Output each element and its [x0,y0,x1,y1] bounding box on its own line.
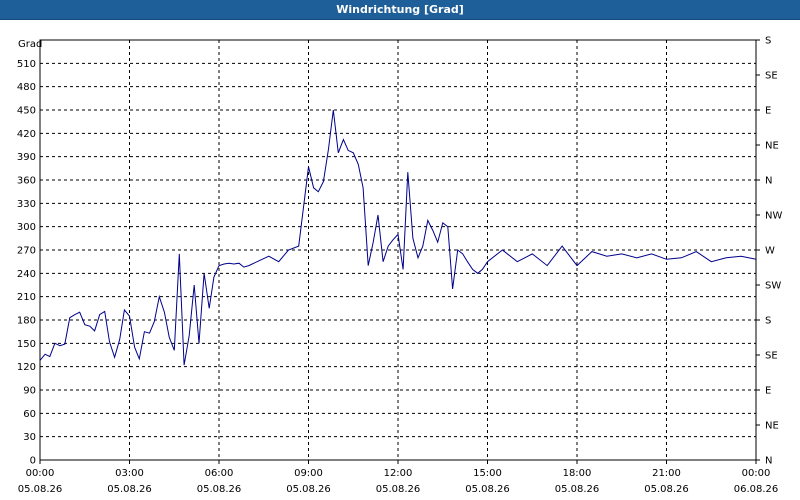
x-tick-date: 06.08.26 [734,484,779,495]
y-tick-label: 390 [17,152,36,163]
right-tick-label: NE [765,421,779,432]
y-tick-label: 180 [17,316,36,327]
y-tick-label: 300 [17,222,36,233]
right-tick-label: E [765,386,771,397]
x-tick-time: 03:00 [115,468,144,479]
y-tick-label: 60 [23,409,36,420]
x-tick-date: 05.08.26 [197,484,242,495]
right-tick-label: SE [765,351,778,362]
y-tick-label: 360 [17,176,36,187]
y-tick-label: 0 [30,456,36,467]
x-tick-time: 00:00 [26,468,55,479]
right-tick-label: N [765,456,772,467]
y-tick-label: 480 [17,82,36,93]
x-tick-date: 05.08.26 [107,484,152,495]
y-tick-label: 240 [17,269,36,280]
x-tick-date: 05.08.26 [465,484,510,495]
right-axis: N NE E SE S SW W NW N NE E SE S [756,36,782,467]
x-tick-time: 12:00 [384,468,413,479]
x-tick-date: 05.08.26 [286,484,331,495]
x-tick-date: 05.08.26 [555,484,600,495]
x-tick-date: 05.08.26 [644,484,689,495]
x-axis: 00:00 05.08.26 03:00 05.08.26 06:00 05.08.26 0… [18,460,779,495]
wind-direction-chart: 0 30 60 90 120 150 180 210 240 270 300 330 360 390 420… [17,36,783,496]
x-tick-time: 15:00 [473,468,502,479]
y-tick-label: 120 [17,362,36,373]
x-tick-date: 05.08.26 [376,484,421,495]
y-tick-label: 30 [23,432,36,443]
right-tick-label: S [765,36,771,47]
y-tick-label: 420 [17,129,36,140]
right-tick-label: S [765,316,771,327]
y-tick-label: 510 [17,59,36,70]
y-tick-label: 450 [17,106,36,117]
x-tick-date: 05.08.26 [18,484,63,495]
x-tick-time: 21:00 [652,468,681,479]
x-tick-time: 09:00 [294,468,323,479]
y-tick-label: 210 [17,292,36,303]
right-tick-label: NE [765,141,779,152]
right-tick-label: NW [765,211,782,222]
y-tick-label: 150 [17,339,36,350]
y-axis-label: Grad [18,39,42,50]
x-tick-time: 18:00 [563,468,592,479]
left-axis: 0 30 60 90 120 150 180 210 240 270 300 330 360 390 420… [17,59,36,467]
x-tick-time: 06:00 [205,468,234,479]
x-tick-time: 00:00 [742,468,771,479]
y-tick-label: 330 [17,199,36,210]
grid-layer [40,40,756,460]
right-tick-label: N [765,176,772,187]
right-tick-label: SE [765,71,778,82]
y-tick-label: 90 [23,386,36,397]
y-tick-label: 270 [17,246,36,257]
right-tick-label: E [765,106,771,117]
right-tick-label: SW [765,281,781,292]
right-tick-label: W [765,246,775,257]
